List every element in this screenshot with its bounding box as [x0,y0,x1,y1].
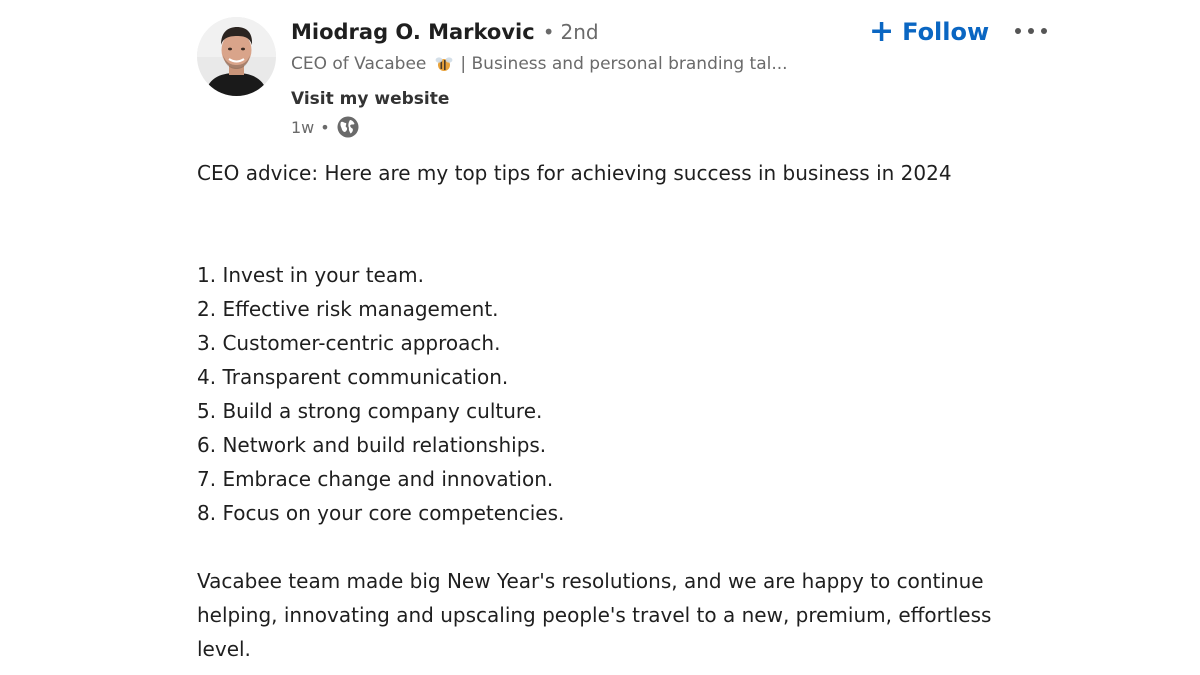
list-item: 8. Focus on your core competencies. [197,501,565,525]
connection-degree: 2nd [560,20,599,44]
headline-suffix: | Business and personal branding tal... [460,54,788,74]
list-item: 6. Network and build relationships. [197,433,547,457]
feed-post: Miodrag O. Markovic • 2nd CEO of Vacabee… [0,0,1200,675]
list-item: 5. Build a strong company culture. [197,399,543,423]
post-intro: CEO advice: Here are my top tips for ach… [197,161,952,185]
more-options-button[interactable] [1008,16,1054,46]
globe-icon [336,115,360,139]
plus-icon: + [869,14,895,49]
visit-website-link[interactable]: Visit my website [291,89,449,109]
post-timestamp: 1w [291,117,315,137]
author-avatar[interactable] [197,17,276,96]
headline-prefix: CEO of Vacabee [291,54,427,74]
meta-separator: • [320,117,330,137]
list-item: 3. Customer-centric approach. [197,331,501,355]
follow-label: Follow [902,18,990,46]
degree-separator: • [542,20,555,44]
more-horizontal-icon [1015,28,1047,34]
author-name[interactable]: Miodrag O. Markovic [291,20,535,44]
list-item: 1. Invest in your team. [197,263,424,287]
post-meta: 1w • [291,114,360,140]
list-item: 2. Effective risk management. [197,297,499,321]
post-body: CEO advice: Here are my top tips for ach… [197,156,1097,666]
post-closing: Vacabee team made big New Year's resolut… [197,569,992,661]
list-item: 4. Transparent communication. [197,365,509,389]
author-headline: CEO of Vacabee | Business and personal b… [291,54,821,74]
follow-button[interactable]: + Follow [869,14,989,50]
profile-photo-icon [197,17,276,96]
blank-lines [197,190,1097,258]
tips-list: 1. Invest in your team. 2. Effective ris… [197,258,1097,530]
author-name-line: Miodrag O. Markovic • 2nd [291,20,599,48]
list-item: 7. Embrace change and innovation. [197,467,554,491]
bee-icon [434,55,454,73]
